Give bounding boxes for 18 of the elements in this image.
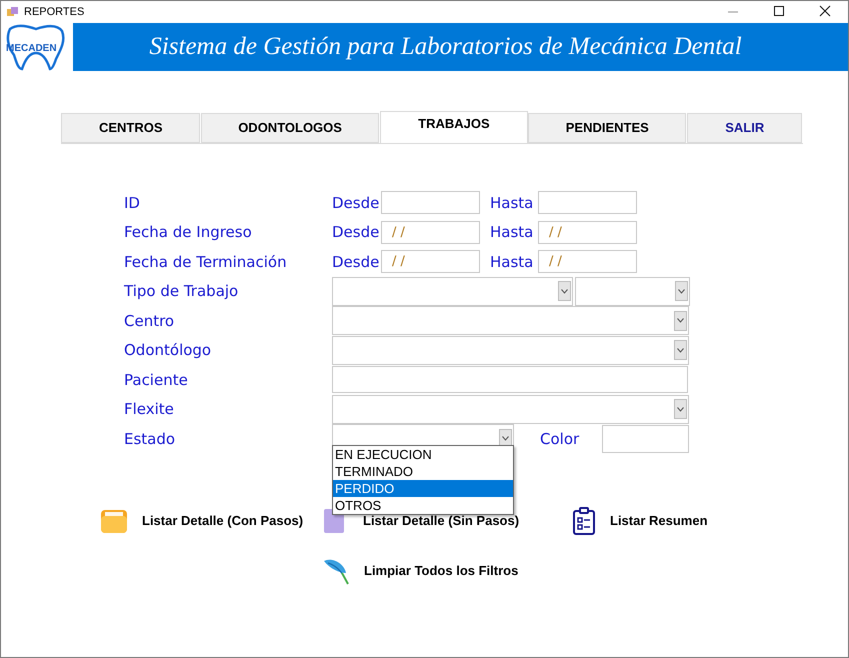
field-label: Desde [332, 252, 380, 272]
field-label: Hasta [490, 192, 534, 214]
field-label: Desde [332, 222, 380, 243]
field-label: ID [124, 192, 141, 214]
field-label: Odontólogo [124, 340, 212, 361]
field-label: Tipo de Trabajo [124, 281, 240, 302]
field-label: Hasta [490, 222, 534, 243]
field-label: Flexite [124, 399, 175, 420]
banner-title: Sistema de Gestión para Laboratorios de Mecánica Dental [149, 32, 742, 62]
field-label: Color [540, 428, 580, 450]
field-label: Desde [332, 192, 380, 214]
field-label: Centro [124, 310, 176, 332]
field-label: Fecha de Ingreso [124, 222, 253, 243]
field-label: Hasta [490, 252, 534, 272]
field-label: Fecha de Terminación [124, 252, 288, 272]
field-label: Paciente [124, 370, 189, 390]
field-label: Estado [124, 428, 176, 450]
window-title: REPORTES [24, 4, 84, 20]
